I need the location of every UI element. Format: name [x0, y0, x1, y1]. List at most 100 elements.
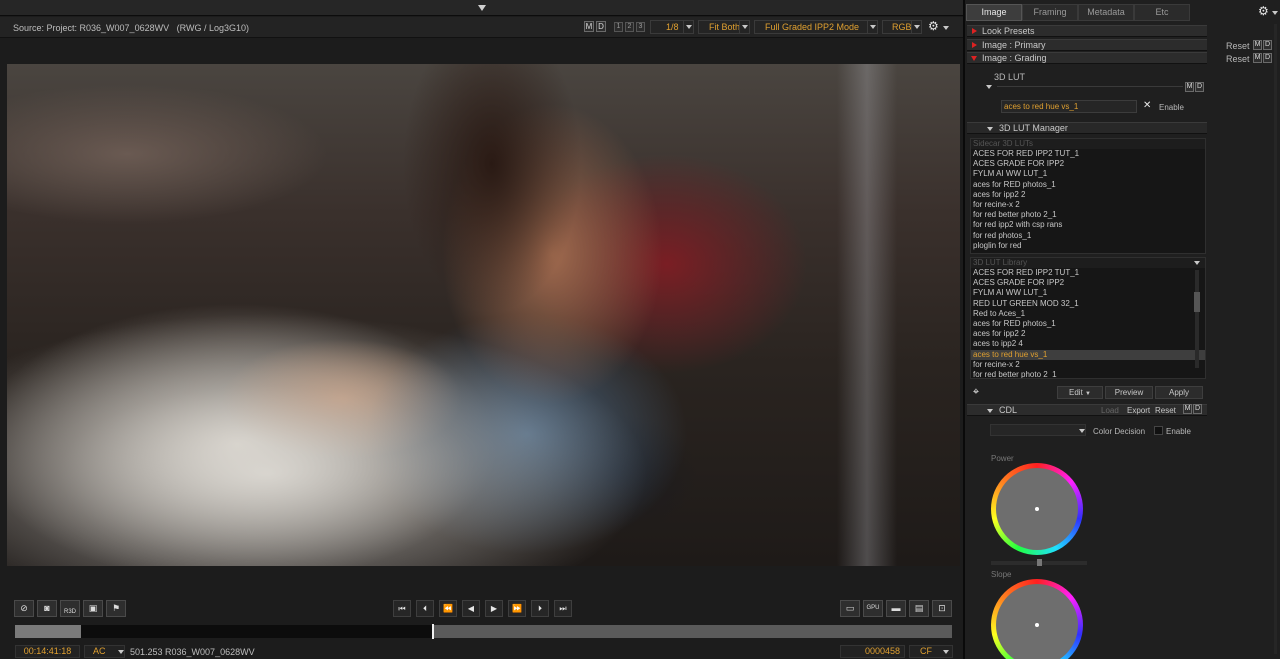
list-item[interactable]: for recine-x 2 — [971, 200, 1205, 210]
cdl-m-button[interactable]: M — [1183, 404, 1192, 414]
edit-dropdown-button[interactable]: Edit ▼ — [1057, 386, 1103, 399]
play-icon[interactable]: ▶ — [485, 600, 503, 617]
library-scrollbar[interactable] — [1195, 270, 1199, 368]
tab-image[interactable]: Image — [966, 4, 1022, 21]
m-button[interactable]: M — [584, 21, 594, 32]
display-c-icon[interactable]: ⊡ — [932, 600, 952, 617]
section-look-presets[interactable]: Look Presets — [967, 25, 1207, 37]
playhead[interactable] — [432, 624, 434, 639]
mode-dropdown[interactable]: Full Graded IPP2 Mode — [754, 20, 878, 34]
sidecar-lut-list[interactable]: Sidecar 3D LUTs ACES FOR RED IPP2 TUT_1 … — [970, 138, 1206, 254]
top-collapse-strip[interactable] — [0, 0, 963, 16]
lut-d-button[interactable]: D — [1195, 82, 1204, 92]
tab-metadata[interactable]: Metadata — [1078, 4, 1134, 21]
chevron-down-icon[interactable] — [1079, 429, 1085, 433]
list-item-selected[interactable]: aces to red hue vs_1 — [971, 349, 1205, 360]
monitor-icon[interactable]: ▭ — [840, 600, 860, 617]
rewind-icon[interactable]: ⏪ — [439, 600, 457, 617]
grading-m-button[interactable]: M — [1253, 53, 1262, 63]
tab-framing[interactable]: Framing — [1022, 4, 1078, 21]
chevron-down-icon[interactable] — [943, 26, 949, 30]
view-3-button[interactable]: 3 — [636, 22, 645, 32]
lut-m-button[interactable]: M — [1185, 82, 1194, 92]
play-reverse-icon[interactable]: ◀ — [462, 600, 480, 617]
list-item[interactable]: aces for RED photos_1 — [971, 180, 1205, 190]
image-viewer[interactable] — [7, 64, 960, 566]
fast-forward-icon[interactable]: ⏩ — [508, 600, 526, 617]
panel-scrollbar[interactable] — [1274, 24, 1277, 654]
list-item[interactable]: for red better photo 2_1 — [971, 370, 1205, 378]
close-icon[interactable]: ✕ — [1143, 101, 1151, 111]
flag-icon[interactable]: ⚑ — [106, 600, 126, 617]
chevron-down-icon[interactable] — [118, 650, 124, 654]
list-item[interactable]: FYLM AI WW LUT_1 — [971, 169, 1205, 179]
primary-reset-button[interactable]: Reset — [1226, 41, 1250, 51]
fit-dropdown[interactable]: Fit Both — [698, 20, 750, 34]
prev-frame-step-icon[interactable]: ⏴ — [416, 600, 434, 617]
list-item[interactable]: ACES FOR RED IPP2 TUT_1 — [971, 149, 1205, 159]
screen-icon[interactable]: ▣ — [83, 600, 103, 617]
list-item[interactable]: FYLM AI WW LUT_1 — [971, 288, 1205, 298]
zoom-dropdown[interactable]: 1/8 — [650, 20, 694, 34]
cdl-d-button[interactable]: D — [1193, 404, 1202, 414]
list-item[interactable]: for red ipp2 with csp rans — [971, 220, 1205, 230]
cdl-load-button[interactable]: Load — [1101, 406, 1119, 415]
section-image-grading[interactable]: Image : Grading Reset M D — [967, 52, 1272, 64]
section-image-primary[interactable]: Image : Primary Reset M D — [967, 39, 1272, 51]
list-item[interactable]: ploglin for red — [971, 241, 1205, 251]
cdl-reset-button[interactable]: Reset — [1155, 406, 1176, 415]
tab-etc[interactable]: Etc — [1134, 4, 1190, 21]
library-scroll-thumb[interactable] — [1194, 292, 1200, 312]
apply-button[interactable]: Apply — [1155, 386, 1203, 399]
power-slider-handle[interactable] — [1037, 559, 1042, 566]
primary-m-button[interactable]: M — [1253, 40, 1262, 50]
wheel-puck[interactable] — [1035, 507, 1039, 511]
preview-button[interactable]: Preview — [1105, 386, 1153, 399]
lut-slider-track[interactable] — [997, 86, 1183, 87]
chevron-down-icon[interactable] — [943, 650, 949, 654]
wheel-puck[interactable] — [1035, 623, 1039, 627]
color-decision-dropdown[interactable] — [990, 424, 1086, 436]
timecode-display[interactable]: 00:14:41:18 — [15, 645, 80, 658]
timeline-scrubber[interactable] — [15, 624, 952, 639]
r3d-snapshot-button[interactable]: R3D — [60, 600, 80, 617]
primary-d-button[interactable]: D — [1263, 40, 1272, 50]
go-start-icon[interactable]: ⏮ — [393, 600, 411, 617]
chevron-down-icon[interactable] — [1194, 261, 1200, 265]
view-1-button[interactable]: 1 — [614, 22, 623, 32]
go-end-icon[interactable]: ⏭ — [554, 600, 572, 617]
grading-reset-button[interactable]: Reset — [1226, 54, 1250, 64]
chevron-down-icon[interactable] — [1272, 11, 1278, 15]
list-item[interactable]: aces for ipp2 2 — [971, 190, 1205, 200]
lut-enable-label[interactable]: Enable — [1159, 103, 1184, 112]
viewer-settings-gear-icon[interactable]: ⚙ — [928, 20, 939, 32]
collapse-arrow-icon[interactable] — [478, 5, 486, 11]
next-frame-step-icon[interactable]: ⏵ — [531, 600, 549, 617]
list-item[interactable]: aces for ipp2 2 — [971, 329, 1205, 339]
cdl-export-button[interactable]: Export — [1127, 406, 1150, 415]
camera-icon[interactable]: ◙ — [37, 600, 57, 617]
list-item[interactable]: for recine-x 2 — [971, 360, 1205, 370]
list-item[interactable]: ACES GRADE FOR IPP2 — [971, 159, 1205, 169]
display-a-icon[interactable]: ▬ — [886, 600, 906, 617]
d-button[interactable]: D — [596, 21, 606, 32]
list-item[interactable]: aces for RED photos_1 — [971, 319, 1205, 329]
lut-value-field[interactable]: aces to red hue vs_1 — [1001, 100, 1137, 113]
list-item[interactable]: Red to Aces_1 — [971, 309, 1205, 319]
list-item[interactable]: ACES GRADE FOR IPP2 — [971, 278, 1205, 288]
film-off-icon[interactable]: ⊘ — [14, 600, 34, 617]
list-item[interactable]: RED LUT GREEN MOD 32_1 — [971, 299, 1205, 309]
display-b-icon[interactable]: ▤ — [909, 600, 929, 617]
section-lut-manager[interactable]: 3D LUT Manager — [967, 122, 1207, 134]
frame-counter[interactable]: 0000458 — [840, 645, 905, 658]
slope-color-wheel[interactable] — [991, 579, 1083, 659]
power-color-wheel[interactable] — [991, 463, 1083, 555]
view-2-button[interactable]: 2 — [625, 22, 634, 32]
grading-d-button[interactable]: D — [1263, 53, 1272, 63]
library-lut-list[interactable]: 3D LUT Library ACES FOR RED IPP2 TUT_1 A… — [970, 257, 1206, 379]
list-item[interactable]: aces to ipp2 4 — [971, 339, 1205, 349]
cdl-enable-checkbox[interactable] — [1154, 426, 1163, 435]
target-icon[interactable]: ⌖ — [969, 385, 983, 399]
gpu-button[interactable]: GPU — [863, 600, 883, 617]
list-item[interactable]: ACES FOR RED IPP2 TUT_1 — [971, 268, 1205, 278]
